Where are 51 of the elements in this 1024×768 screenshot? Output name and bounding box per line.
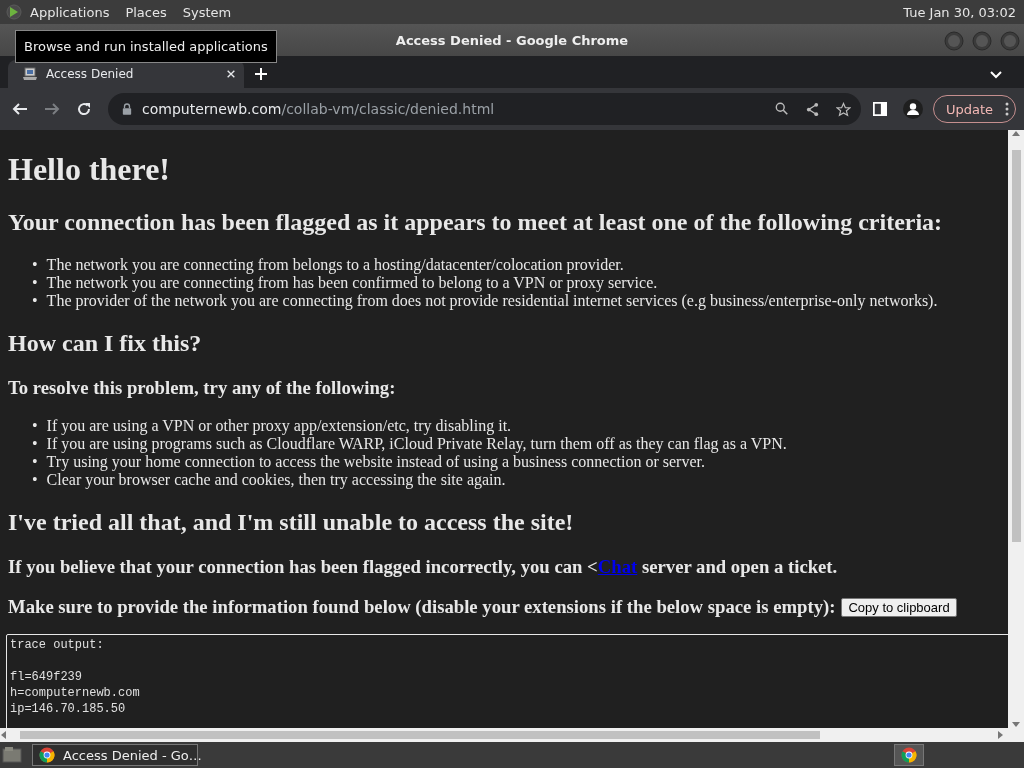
chrome-icon	[901, 747, 917, 763]
window-title: Access Denied - Google Chrome	[395, 32, 629, 48]
section-heading: I've tried all that, and I'm still unable to access the site!	[8, 509, 575, 536]
list-item: If you are using a VPN or other proxy app/extension/etc, try disabling it.	[46, 417, 512, 435]
list-item: If you are using programs such as Cloudflare WARP, iCloud Private Relay, turn them off as they can flag as a VPN.	[46, 435, 787, 453]
share-icon[interactable]	[804, 101, 820, 117]
page-title: Hello there!	[8, 151, 171, 188]
panel-menu[interactable]: System	[174, 4, 240, 20]
forward-arrow-icon[interactable]	[44, 101, 60, 117]
list-item: Try using your home connection to access the website instead of using a business connection or server.	[46, 453, 705, 471]
section-heading: How can I fix this?	[8, 330, 203, 357]
list-item: The provider of the network you are connecting from does not provide residential internet services (e.g business/enterprise-only networks).	[46, 292, 938, 310]
bullet: •	[32, 471, 38, 489]
star-icon[interactable]	[835, 101, 851, 117]
search-icon[interactable]	[774, 102, 789, 116]
copy-button[interactable]: Copy to clipboard	[841, 597, 957, 617]
plus-icon[interactable]	[254, 67, 268, 81]
bullet: •	[32, 453, 38, 471]
scroll-left-icon[interactable]	[0, 731, 6, 739]
profile-icon[interactable]	[902, 99, 923, 119]
list-item: The network you are connecting from has been confirmed to belong to a VPN or proxy service.	[46, 274, 658, 292]
tooltip: Browse and run installed applications	[15, 30, 277, 63]
bullet: •	[32, 274, 38, 292]
scroll-down-icon[interactable]	[1012, 722, 1020, 728]
subheading: To resolve this problem, try any of the following:	[8, 377, 397, 399]
url-text: computernewb.com/collab-vm/classic/denied.html	[142, 101, 496, 117]
chevron-down-icon[interactable]	[990, 71, 1002, 79]
scroll-right-icon[interactable]	[998, 731, 1004, 739]
panel-menu[interactable]: Places	[117, 4, 175, 20]
tray-button[interactable]	[894, 744, 924, 766]
clock: Tue Jan 30, 03:02	[903, 4, 1016, 20]
tab-title: Access Denied	[46, 67, 135, 81]
more-icon[interactable]	[1005, 102, 1009, 116]
note-text: Make sure to provide the information found below (disable your extensions if the below space is empty):	[8, 596, 836, 618]
back-arrow-icon[interactable]	[12, 101, 28, 117]
chrome-icon	[39, 747, 55, 763]
bullet: •	[32, 417, 38, 435]
side-panel-icon[interactable]	[872, 102, 887, 116]
lock-icon	[122, 103, 132, 115]
address-bar[interactable]: computernewb.com/collab-vm/classic/denied.html	[108, 93, 861, 125]
reload-icon[interactable]	[76, 101, 92, 117]
list-item: Clear your browser cache and cookies, then try accessing the site again.	[46, 471, 506, 489]
bullet: •	[32, 435, 38, 453]
list-item: The network you are connecting from belongs to a hosting/datacenter/colocation provider.	[46, 256, 624, 274]
note-text: If you believe that your connection has been flagged incorrectly, you can <Chat server and open a ticket.	[8, 556, 839, 578]
bullet: •	[32, 292, 38, 310]
section-heading: Your connection has been flagged as it appears to meet at least one of the following criteria:	[8, 209, 944, 236]
play-icon[interactable]	[6, 4, 22, 20]
panel-menu[interactable]: Applications	[22, 4, 118, 20]
computer-icon	[22, 66, 38, 82]
bullet: •	[32, 256, 38, 274]
